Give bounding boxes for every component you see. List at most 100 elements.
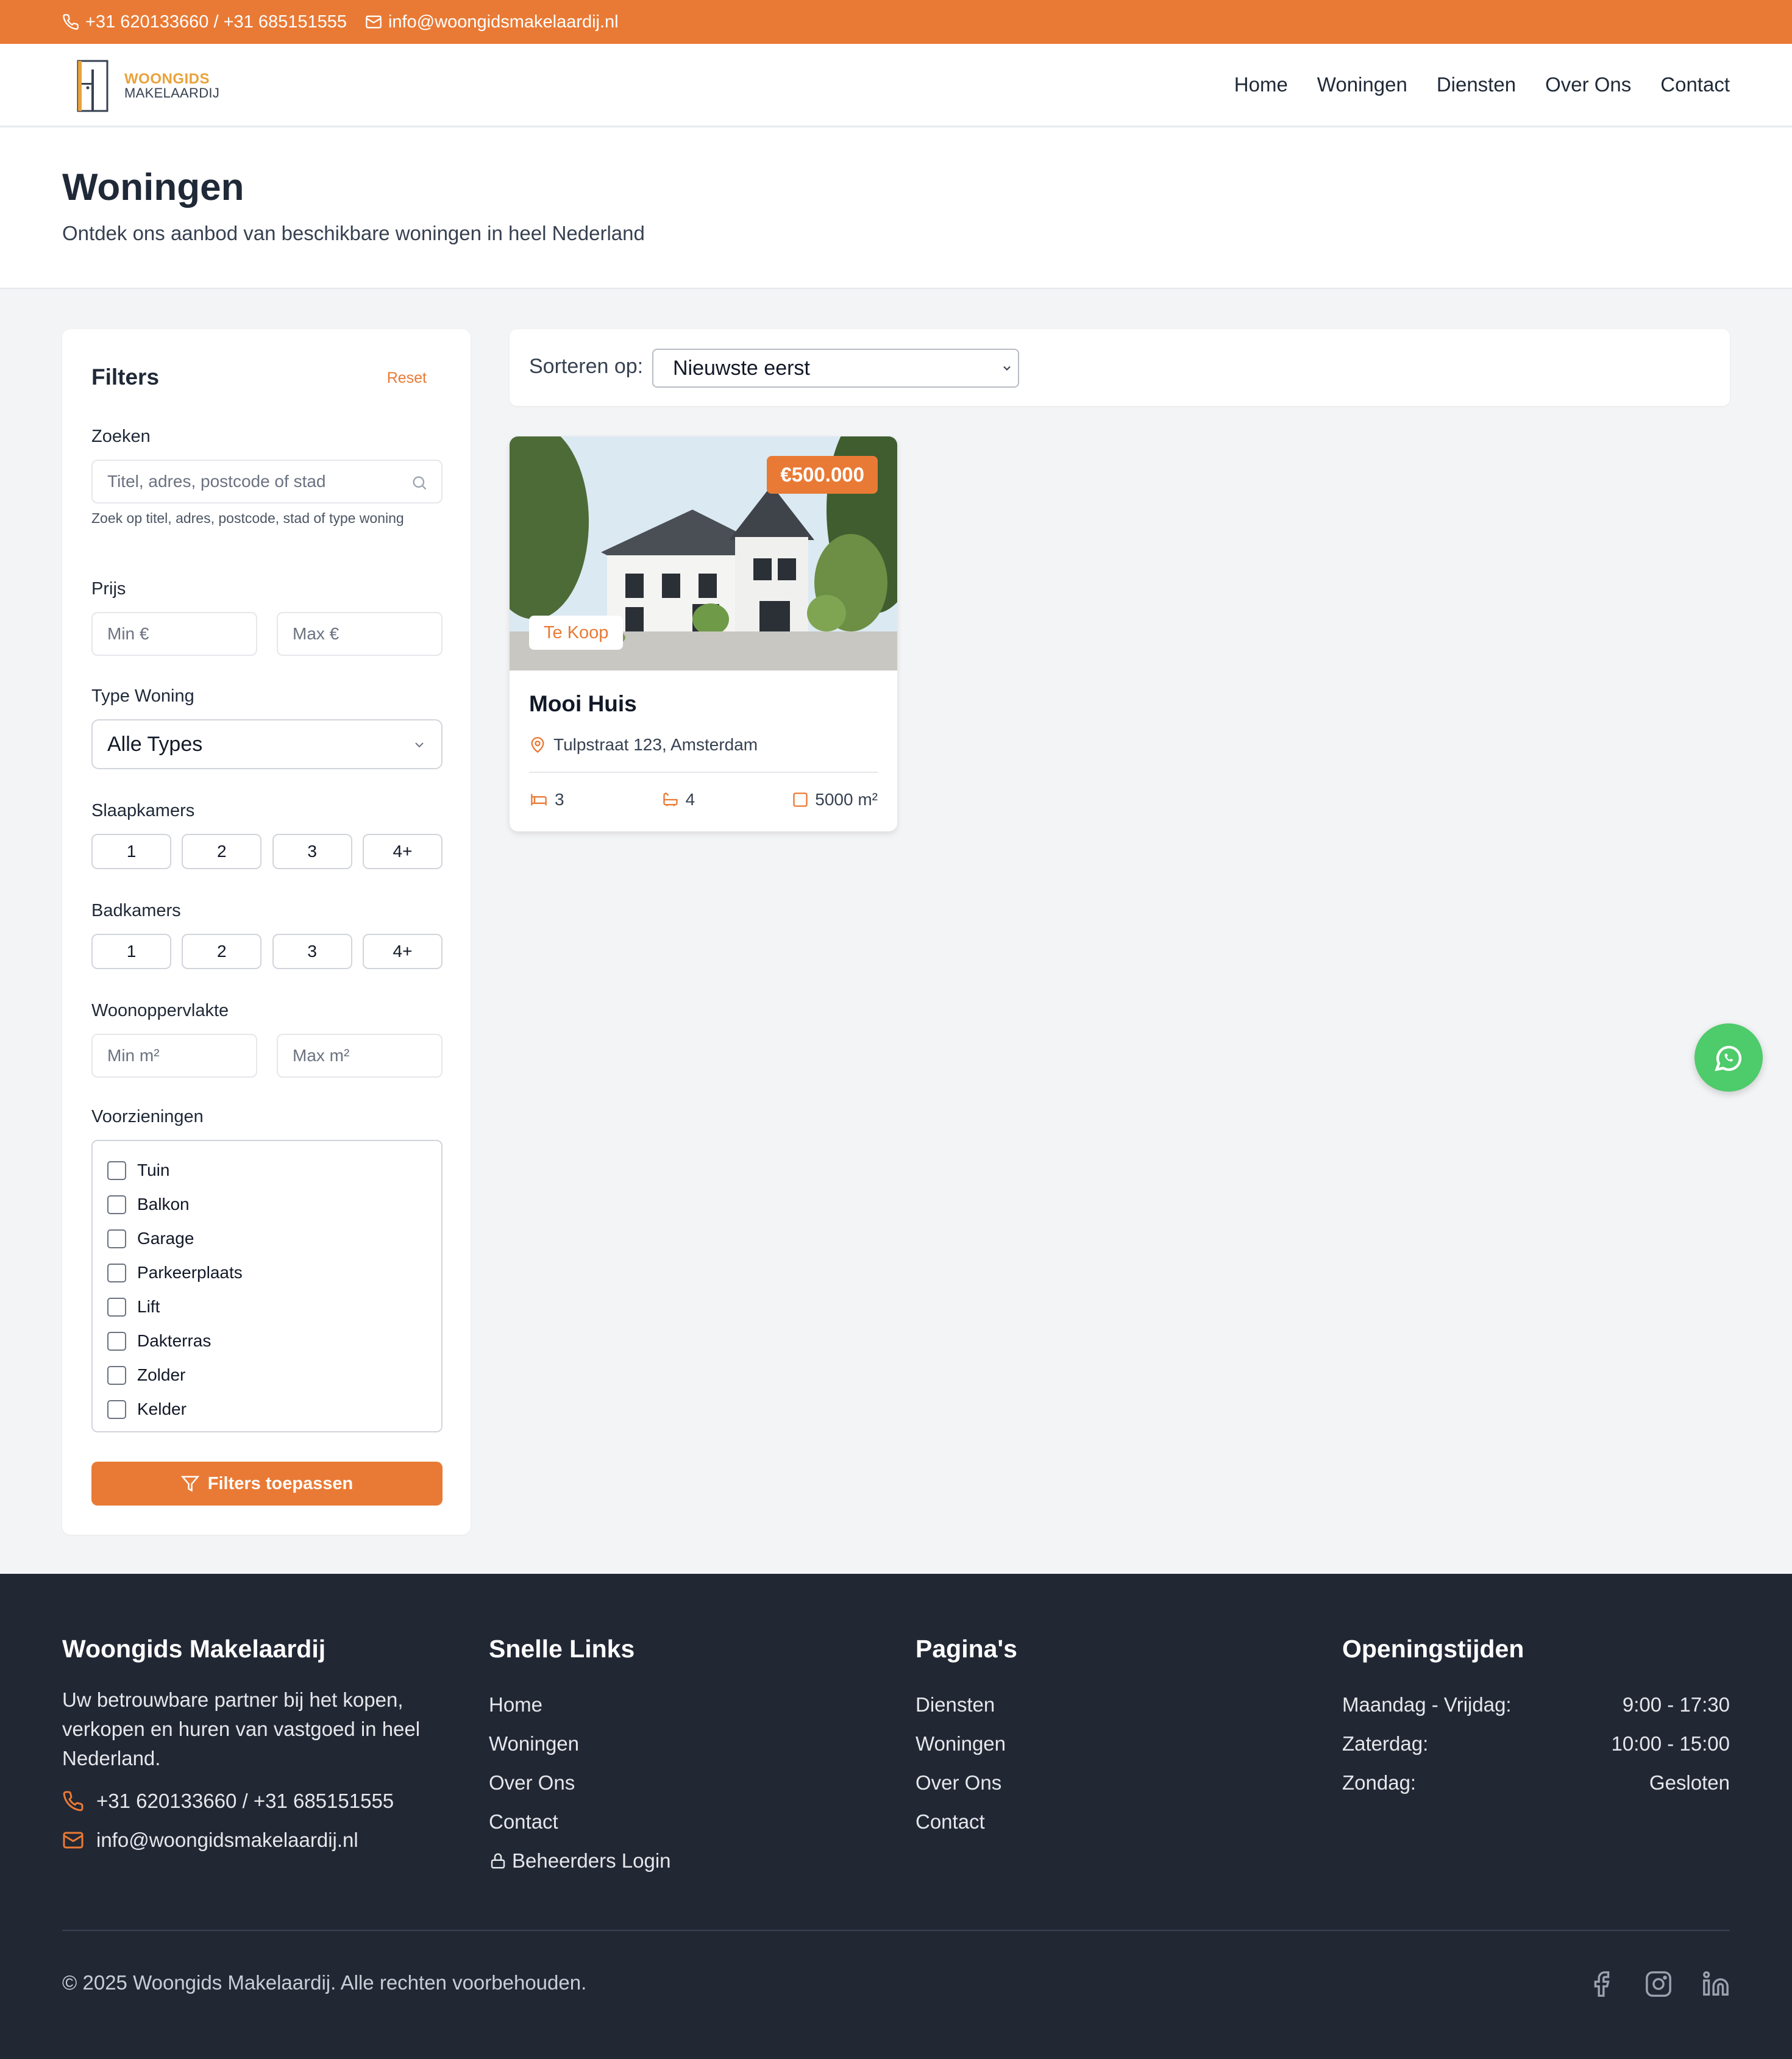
amenity-label: Zolder <box>137 1365 186 1384</box>
bedrooms-option[interactable]: 3 <box>272 834 352 869</box>
search-label: Zoeken <box>91 427 151 446</box>
bedrooms-option[interactable]: 1 <box>91 834 171 869</box>
amenity-label: Lift <box>137 1297 160 1316</box>
hours-day: Maandag - Vrijdag: <box>1342 1693 1512 1716</box>
type-select[interactable]: Alle Types <box>91 719 443 769</box>
property-photo[interactable]: €500.000 Te Koop <box>510 436 897 670</box>
amenity-label: Garage <box>137 1229 194 1248</box>
logo[interactable]: WOONGIDS MAKELAARDIJ <box>76 59 219 113</box>
phone-icon <box>62 13 85 30</box>
nav-woningen[interactable]: Woningen <box>1317 73 1407 96</box>
page-header: Woningen Ontdek ons aanbod van beschikba… <box>0 128 1792 289</box>
footer-page-woningen[interactable]: Woningen <box>916 1724 1017 1763</box>
footer-phone[interactable]: +31 620133660 / +31 685151555 <box>62 1782 452 1821</box>
property-address: Tulpstraat 123, Amsterdam <box>529 735 758 755</box>
checkbox[interactable] <box>107 1365 126 1385</box>
filters-panel: Filters Reset Zoeken Titel, adres, postc… <box>62 329 471 1535</box>
price-max-input[interactable]: Max € <box>277 612 443 656</box>
nav-over-ons[interactable]: Over Ons <box>1545 73 1631 96</box>
apply-filters-button[interactable]: Filters toepassen <box>91 1462 443 1506</box>
footer-email[interactable]: info@woongidsmakelaardij.nl <box>62 1821 452 1860</box>
amenities-label: Voorzieningen <box>91 1107 204 1126</box>
bedrooms-option[interactable]: 2 <box>182 834 262 869</box>
footer-admin-login[interactable]: Beheerders Login <box>489 1841 671 1880</box>
amenity-lift[interactable]: Lift <box>93 1290 441 1324</box>
footer-pages: Pagina's Diensten Woningen Over Ons Cont… <box>916 1635 1017 1841</box>
search-icon <box>411 474 428 491</box>
property-title[interactable]: Mooi Huis <box>529 691 637 717</box>
amenity-dakterras[interactable]: Dakterras <box>93 1324 441 1358</box>
topbar-phone-text: +31 620133660 / +31 685151555 <box>85 12 347 32</box>
site-footer: Woongids Makelaardij Uw betrouwbare part… <box>0 1574 1792 2059</box>
amenity-balkon[interactable]: Balkon <box>93 1187 441 1222</box>
amenity-tuin[interactable]: Tuin <box>93 1153 441 1187</box>
search-input[interactable]: Titel, adres, postcode of stad <box>91 460 443 503</box>
checkbox[interactable] <box>107 1229 126 1248</box>
mail-icon <box>62 1829 96 1851</box>
amenity-label: Kelder <box>137 1399 187 1418</box>
facebook-icon[interactable] <box>1587 1970 1615 1998</box>
area-min-input[interactable]: Min m² <box>91 1034 257 1078</box>
footer-page-contact[interactable]: Contact <box>916 1802 1017 1841</box>
spec-bedrooms: 3 <box>529 790 564 809</box>
hours-day: Zaterdag: <box>1342 1732 1429 1755</box>
price-badge: €500.000 <box>767 456 878 494</box>
card-divider <box>529 772 878 773</box>
sort-select[interactable]: Nieuwste eerst <box>652 349 1019 388</box>
instagram-icon[interactable] <box>1644 1970 1673 1998</box>
area-value: 5000 m² <box>815 790 878 809</box>
property-card[interactable]: €500.000 Te Koop Mooi Huis Tulpstraat 12… <box>510 436 897 831</box>
footer-link-woningen[interactable]: Woningen <box>489 1724 671 1763</box>
page-title: Woningen <box>62 166 244 208</box>
checkbox[interactable] <box>107 1161 126 1180</box>
hours-day: Zondag: <box>1342 1771 1417 1794</box>
hours-row: Zondag: Gesloten <box>1342 1763 1730 1802</box>
amenity-zolder[interactable]: Zolder <box>93 1358 441 1392</box>
footer-quick-links: Snelle Links Home Woningen Over Ons Cont… <box>489 1635 671 1880</box>
linkedin-icon[interactable] <box>1702 1970 1730 1998</box>
nav-home[interactable]: Home <box>1234 73 1288 96</box>
checkbox[interactable] <box>107 1263 126 1282</box>
checkbox[interactable] <box>107 1195 126 1214</box>
footer-page-over-ons[interactable]: Over Ons <box>916 1763 1017 1802</box>
amenity-label: Balkon <box>137 1195 190 1214</box>
chevron-down-icon <box>412 738 427 752</box>
amenity-garage[interactable]: Garage <box>93 1222 441 1256</box>
footer-link-contact[interactable]: Contact <box>489 1802 671 1841</box>
footer-link-over-ons[interactable]: Over Ons <box>489 1763 671 1802</box>
checkbox[interactable] <box>107 1399 126 1419</box>
footer-about-desc: Uw betrouwbare partner bij het kopen, ve… <box>62 1688 421 1769</box>
sort-select-value: Nieuwste eerst <box>673 356 810 380</box>
spec-bathrooms: 4 <box>661 790 695 809</box>
topbar-email[interactable]: info@woongidsmakelaardij.nl <box>365 12 619 32</box>
checkbox[interactable] <box>107 1331 126 1351</box>
bathrooms-option[interactable]: 3 <box>272 934 352 969</box>
bathrooms-option[interactable]: 2 <box>182 934 262 969</box>
checkbox[interactable] <box>107 1297 126 1317</box>
logo-mark-icon <box>76 59 110 113</box>
status-badge: Te Koop <box>529 616 624 650</box>
nav-contact[interactable]: Contact <box>1660 73 1730 96</box>
nav-diensten[interactable]: Diensten <box>1437 73 1516 96</box>
footer-hours: Openingstijden Maandag - Vrijdag: 9:00 - … <box>1342 1635 1730 1802</box>
price-min-input[interactable]: Min € <box>91 612 257 656</box>
amenity-kelder[interactable]: Kelder <box>93 1392 441 1426</box>
footer-link-home[interactable]: Home <box>489 1685 671 1724</box>
footer-about-title: Woongids Makelaardij <box>62 1635 326 1663</box>
area-label: Woonoppervlakte <box>91 1001 229 1020</box>
type-label: Type Woning <box>91 686 194 706</box>
bathrooms-option[interactable]: 1 <box>91 934 171 969</box>
topbar-phone[interactable]: +31 620133660 / +31 685151555 <box>62 12 347 32</box>
search-placeholder: Titel, adres, postcode of stad <box>107 472 326 491</box>
top-contact-bar: +31 620133660 / +31 685151555 info@woong… <box>0 0 1792 44</box>
whatsapp-button[interactable] <box>1694 1023 1763 1092</box>
hours-time: 10:00 - 15:00 <box>1611 1732 1730 1755</box>
area-max-input[interactable]: Max m² <box>277 1034 443 1078</box>
amenity-parkeerplaats[interactable]: Parkeerplaats <box>93 1256 441 1290</box>
reset-button[interactable]: Reset <box>387 369 427 387</box>
bedrooms-option[interactable]: 4+ <box>362 834 443 869</box>
search-hint: Zoek op titel, adres, postcode, stad of … <box>91 510 404 526</box>
footer-divider <box>62 1930 1730 1931</box>
bathrooms-option[interactable]: 4+ <box>362 934 443 969</box>
footer-page-diensten[interactable]: Diensten <box>916 1685 1017 1724</box>
